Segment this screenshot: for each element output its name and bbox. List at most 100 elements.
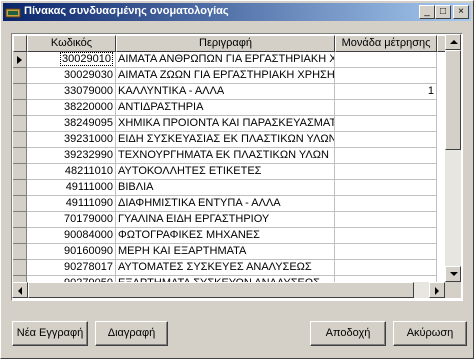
column-header-code[interactable]: Κωδικός xyxy=(27,35,116,52)
nomenclature-grid[interactable]: Κωδικός Περιγραφή Μονάδα μέτρησης 300290… xyxy=(11,33,463,301)
cell-description[interactable]: ΑΥΤΟΜΑΤΕΣ ΣΥΣΚΕΥΕΣ ΑΝΑΛΥΣΕΩΣ xyxy=(116,260,335,276)
row-indicator[interactable] xyxy=(13,100,27,116)
cell-unit[interactable] xyxy=(335,212,437,228)
column-header-description[interactable]: Περιγραφή xyxy=(116,35,335,52)
table-row[interactable]: 48211010 ΑΥΤΟΚΟΛΛΗΤΕΣ ΕΤΙΚΕΤΕΣ xyxy=(13,164,445,180)
cell-unit[interactable]: 1 xyxy=(335,84,437,100)
maximize-button[interactable]: □ xyxy=(435,5,451,19)
table-row[interactable]: 90160090 ΜΕΡΗ ΚΑΙ ΕΞΑΡΤΗΜΑΤΑ xyxy=(13,244,445,260)
cell-code[interactable]: 39231000 xyxy=(27,132,116,148)
table-row[interactable]: 30029030 ΑΙΜΑΤΑ ΖΩΩΝ ΓΙΑ ΕΡΓΑΣΤΗΡΙΑΚΗ ΧΡΗ… xyxy=(13,68,445,84)
vertical-scroll-thumb[interactable] xyxy=(445,50,461,150)
table-row[interactable]: 30029010 ΑΙΜΑΤΑ ΑΝΘΡΩΠΩΝ ΓΙΑ ΕΡΓΑΣΤΗΡΙΑΚΗ… xyxy=(13,52,445,68)
close-icon: × xyxy=(458,6,464,17)
scroll-up-button[interactable] xyxy=(445,34,461,50)
cell-unit[interactable] xyxy=(335,68,437,84)
row-indicator[interactable] xyxy=(13,212,27,228)
dialog-window: Πίνακας συνδυασμένης ονοματολογίας _ □ ×… xyxy=(0,0,474,359)
scroll-right-button[interactable] xyxy=(429,282,445,298)
row-indicator[interactable] xyxy=(13,68,27,84)
cell-code[interactable]: 38220000 xyxy=(27,100,116,116)
cell-code[interactable]: 30029030 xyxy=(27,68,116,84)
grid-header: Κωδικός Περιγραφή Μονάδα μέτρησης xyxy=(13,35,445,52)
cell-code-text: 30029030 xyxy=(64,69,113,81)
cell-code[interactable]: 33079000 xyxy=(27,84,116,100)
cell-unit[interactable] xyxy=(335,148,437,164)
cell-code[interactable]: 39232990 xyxy=(27,148,116,164)
table-row[interactable]: 49111090 ΔΙΑΦΗΜΙΣΤΙΚΑ ΕΝΤΥΠΑ - ΑΛΛΑ xyxy=(13,196,445,212)
horizontal-scrollbar[interactable] xyxy=(12,282,461,298)
cell-unit[interactable] xyxy=(335,244,437,260)
scroll-left-button[interactable] xyxy=(12,282,28,298)
cell-description[interactable]: ΑΝΤΙΔΡΑΣΤΗΡΙΑ xyxy=(116,100,335,116)
cell-description[interactable]: ΓΥΑΛΙΝΑ ΕΙΔΗ ΕΡΓΑΣΤΗΡΙΟΥ xyxy=(116,212,335,228)
app-icon xyxy=(5,8,21,18)
table-row[interactable]: 38220000 ΑΝΤΙΔΡΑΣΤΗΡΙΑ xyxy=(13,100,445,116)
cancel-button[interactable]: Ακύρωση xyxy=(393,321,467,346)
cell-description[interactable]: ΤΕΧΝΟΥΡΓΗΜΑΤΑ ΕΚ ΠΛΑΣΤΙΚΩΝ ΥΛΩΝ xyxy=(116,148,335,164)
cell-unit[interactable] xyxy=(335,100,437,116)
minimize-button[interactable]: _ xyxy=(419,5,435,19)
cell-unit[interactable] xyxy=(335,260,437,276)
cell-description[interactable]: ΚΑΛΛΥΝΤΙΚΑ - ΑΛΛΑ xyxy=(116,84,335,100)
table-row[interactable]: 90278017 ΑΥΤΟΜΑΤΕΣ ΣΥΣΚΕΥΕΣ ΑΝΑΛΥΣΕΩΣ xyxy=(13,260,445,276)
cell-code-text: 39231000 xyxy=(64,133,113,145)
cell-unit[interactable] xyxy=(335,116,437,132)
cell-description[interactable]: ΦΩΤΟΓΡΑΦΙΚΕΣ ΜΗΧΑΝΕΣ xyxy=(116,228,335,244)
row-indicator[interactable] xyxy=(13,148,27,164)
vertical-scrollbar[interactable] xyxy=(445,34,461,282)
row-indicator[interactable] xyxy=(13,228,27,244)
cell-description[interactable]: ΔΙΑΦΗΜΙΣΤΙΚΑ ΕΝΤΥΠΑ - ΑΛΛΑ xyxy=(116,196,335,212)
cell-code[interactable]: 70179000 xyxy=(27,212,116,228)
cell-code[interactable]: 48211010 xyxy=(27,164,116,180)
cell-description[interactable]: ΑΙΜΑΤΑ ΑΝΘΡΩΠΩΝ ΓΙΑ ΕΡΓΑΣΤΗΡΙΑΚΗ ΧΡΗΣΗ xyxy=(116,52,335,68)
new-record-button[interactable]: Νέα Εγγραφή xyxy=(12,321,88,346)
row-indicator[interactable] xyxy=(13,180,27,196)
row-indicator[interactable] xyxy=(13,116,27,132)
cell-unit[interactable] xyxy=(335,196,437,212)
cell-description[interactable]: ΑΥΤΟΚΟΛΛΗΤΕΣ ΕΤΙΚΕΤΕΣ xyxy=(116,164,335,180)
table-row[interactable]: 39231000 ΕΙΔΗ ΣΥΣΚΕΥΑΣΙΑΣ ΕΚ ΠΛΑΣΤΙΚΩΝ ΥΛ… xyxy=(13,132,445,148)
cell-code[interactable]: 90160090 xyxy=(27,244,116,260)
cell-description[interactable]: ΧΗΜΙΚΑ ΠΡΟΙΟΝΤΑ ΚΑΙ ΠΑΡΑΣΚΕΥΑΣΜΑΤΑ xyxy=(116,116,335,132)
cell-description[interactable]: ΑΙΜΑΤΑ ΖΩΩΝ ΓΙΑ ΕΡΓΑΣΤΗΡΙΑΚΗ ΧΡΗΣΗ xyxy=(116,68,335,84)
title-bar[interactable]: Πίνακας συνδυασμένης ονοματολογίας _ □ × xyxy=(3,3,471,21)
cell-unit[interactable] xyxy=(335,132,437,148)
row-indicator[interactable] xyxy=(13,196,27,212)
cell-code[interactable]: 49111000 xyxy=(27,180,116,196)
cell-code[interactable]: 30029010 xyxy=(27,52,116,68)
column-header-unit[interactable]: Μονάδα μέτρησης xyxy=(335,35,437,52)
table-row[interactable]: 39232990 ΤΕΧΝΟΥΡΓΗΜΑΤΑ ΕΚ ΠΛΑΣΤΙΚΩΝ ΥΛΩΝ xyxy=(13,148,445,164)
row-indicator[interactable] xyxy=(13,52,27,68)
delete-button[interactable]: Διαγραφή xyxy=(95,321,168,346)
table-row[interactable]: 90084000 ΦΩΤΟΓΡΑΦΙΚΕΣ ΜΗΧΑΝΕΣ xyxy=(13,228,445,244)
header-filler xyxy=(437,35,445,52)
cell-code[interactable]: 49111090 xyxy=(27,196,116,212)
cell-description[interactable]: ΜΕΡΗ ΚΑΙ ΕΞΑΡΤΗΜΑΤΑ xyxy=(116,244,335,260)
cell-unit[interactable] xyxy=(335,180,437,196)
cell-code[interactable]: 38249095 xyxy=(27,116,116,132)
cell-code[interactable]: 90084000 xyxy=(27,228,116,244)
close-button[interactable]: × xyxy=(453,5,469,19)
row-indicator[interactable] xyxy=(13,84,27,100)
cell-unit[interactable] xyxy=(335,228,437,244)
cell-description-text: ΤΕΧΝΟΥΡΓΗΜΑΤΑ ΕΚ ΠΛΑΣΤΙΚΩΝ ΥΛΩΝ xyxy=(118,149,329,161)
cell-description[interactable]: ΒΙΒΛΙΑ xyxy=(116,180,335,196)
cell-description-text: ΜΕΡΗ ΚΑΙ ΕΞΑΡΤΗΜΑΤΑ xyxy=(118,245,247,257)
cell-unit[interactable] xyxy=(335,52,437,68)
row-indicator[interactable] xyxy=(13,260,27,276)
table-row[interactable]: 49111000 ΒΙΒΛΙΑ xyxy=(13,180,445,196)
horizontal-scroll-thumb[interactable] xyxy=(28,282,414,298)
row-indicator[interactable] xyxy=(13,132,27,148)
cell-description[interactable]: ΕΙΔΗ ΣΥΣΚΕΥΑΣΙΑΣ ΕΚ ΠΛΑΣΤΙΚΩΝ ΥΛΩΝ xyxy=(116,132,335,148)
table-row[interactable]: 33079000 ΚΑΛΛΥΝΤΙΚΑ - ΑΛΛΑ 1 xyxy=(13,84,445,100)
table-row[interactable]: 70179000 ΓΥΑΛΙΝΑ ΕΙΔΗ ΕΡΓΑΣΤΗΡΙΟΥ xyxy=(13,212,445,228)
table-row[interactable]: 38249095 ΧΗΜΙΚΑ ΠΡΟΙΟΝΤΑ ΚΑΙ ΠΑΡΑΣΚΕΥΑΣΜΑ… xyxy=(13,116,445,132)
cell-unit[interactable] xyxy=(335,164,437,180)
scroll-down-button[interactable] xyxy=(445,266,461,282)
accept-button[interactable]: Αποδοχή xyxy=(310,321,386,346)
cell-code-text: 38249095 xyxy=(64,117,113,129)
row-indicator[interactable] xyxy=(13,164,27,180)
row-indicator[interactable] xyxy=(13,244,27,260)
cell-code[interactable]: 90278017 xyxy=(27,260,116,276)
